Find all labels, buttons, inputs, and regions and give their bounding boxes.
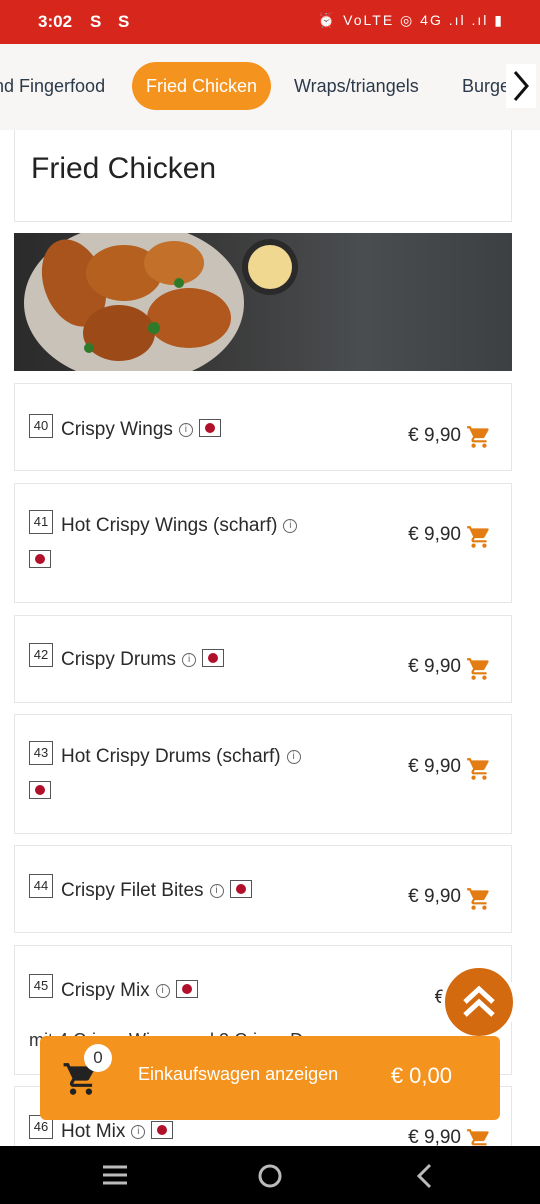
flag-icon	[198, 419, 221, 437]
cart-label: Einkaufswagen anzeigen	[138, 1064, 339, 1084]
product-name: Crispy Wings	[61, 419, 173, 440]
product-name-line: Crispy Filet Bites i	[61, 880, 252, 902]
category-banner-image	[14, 233, 512, 371]
flag-icon	[151, 1121, 174, 1139]
flag-icon	[175, 980, 198, 998]
product-name-line: Hot Crispy Drums (scharf) i	[61, 746, 301, 768]
product-card[interactable]: 44 Crispy Filet Bites i € 9,90	[14, 845, 512, 933]
view-cart-button[interactable]: 0 Einkaufswagen anzeigen € 0,00	[40, 1036, 500, 1120]
product-card[interactable]: 40 Crispy Wings i € 9,90	[14, 383, 512, 471]
recent-apps-icon[interactable]	[102, 1164, 128, 1186]
status-bar: 3:02 S S ⏰ VoLTE ◎ 4G .ıl .ıl ▮	[0, 0, 540, 44]
product-name-line: Crispy Wings i	[61, 419, 221, 441]
back-icon[interactable]	[414, 1162, 434, 1190]
notification-icons: S S	[90, 12, 136, 31]
product-name: Hot Mix	[61, 1121, 126, 1142]
product-price: € 9,90	[408, 886, 461, 907]
cart-icon[interactable]	[465, 756, 493, 782]
info-icon[interactable]: i	[182, 652, 197, 667]
cart-icon[interactable]	[465, 424, 493, 450]
double-chevron-up-icon	[463, 985, 495, 1017]
flag-icon	[29, 550, 51, 568]
product-price: € 9,90	[408, 524, 461, 545]
product-name-line: Crispy Mix i	[61, 980, 198, 1002]
cart-icon[interactable]	[465, 524, 493, 550]
scroll-to-top-button[interactable]	[441, 964, 517, 1040]
product-number: 40	[29, 414, 53, 438]
product-card[interactable]: 41 Hot Crispy Wings (scharf) i € 9,90	[14, 483, 512, 603]
product-name-line: Crispy Drums i	[61, 649, 225, 671]
product-number: 42	[29, 643, 53, 667]
section-header: Fried Chicken	[14, 130, 512, 222]
cart-icon[interactable]	[465, 656, 493, 682]
product-price: € 9,90	[408, 656, 461, 677]
product-name: Crispy Mix	[61, 980, 150, 1001]
product-price: € 9,90	[408, 1127, 461, 1146]
product-name-line: Hot Mix i	[61, 1121, 174, 1143]
cart-total: € 0,00	[390, 1063, 452, 1088]
status-time: 3:02	[38, 12, 73, 31]
category-tab-fingerfood[interactable]: nd Fingerfood	[0, 62, 105, 110]
category-tab-fried-chicken[interactable]: Fried Chicken	[132, 62, 272, 110]
product-name: Hot Crispy Wings (scharf)	[61, 515, 278, 536]
product-card[interactable]: 43 Hot Crispy Drums (scharf) i € 9,90	[14, 714, 512, 834]
info-icon[interactable]: i	[286, 749, 301, 764]
flag-icon	[229, 880, 252, 898]
flag-icon	[29, 781, 51, 799]
product-name-line: Hot Crispy Wings (scharf) i	[61, 515, 298, 537]
info-icon[interactable]: i	[283, 518, 298, 533]
category-tab-burger[interactable]: Burge	[462, 62, 510, 110]
product-name: Crispy Filet Bites	[61, 880, 204, 901]
info-icon[interactable]: i	[131, 1124, 146, 1139]
product-card[interactable]: 42 Crispy Drums i € 9,90	[14, 615, 512, 703]
product-number: 41	[29, 510, 53, 534]
product-price: € 9,90	[408, 425, 461, 446]
info-icon[interactable]: i	[209, 883, 224, 898]
chevron-right-icon[interactable]	[506, 64, 536, 108]
product-name: Hot Crispy Drums (scharf)	[61, 746, 281, 767]
cart-icon[interactable]	[465, 886, 493, 912]
cart-icon[interactable]	[465, 1127, 493, 1146]
product-price: € 9,90	[408, 756, 461, 777]
system-nav-bar	[0, 1146, 540, 1204]
category-tab-wraps[interactable]: Wraps/triangels	[294, 62, 419, 110]
section-title: Fried Chicken	[31, 152, 217, 185]
info-icon[interactable]: i	[155, 983, 170, 998]
home-icon[interactable]	[257, 1163, 283, 1189]
product-number: 43	[29, 741, 53, 765]
info-icon[interactable]: i	[178, 422, 193, 437]
cart-count-badge: 0	[84, 1044, 112, 1072]
category-bar: nd Fingerfood Fried Chicken Wraps/triang…	[0, 44, 540, 130]
product-number: 45	[29, 974, 53, 998]
product-number: 44	[29, 874, 53, 898]
status-indicators: ⏰ VoLTE ◎ 4G .ıl .ıl ▮	[317, 12, 504, 28]
flag-icon	[202, 649, 225, 667]
product-name: Crispy Drums	[61, 649, 177, 670]
